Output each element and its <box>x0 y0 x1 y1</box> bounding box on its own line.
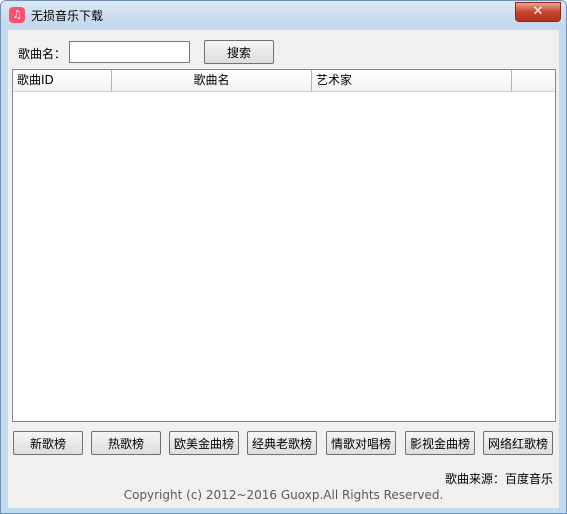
main-window: 无损音乐下载 ✕ 歌曲名： 搜索 歌曲ID 歌曲名 艺术家 新歌榜 热歌榜 欧美… <box>0 0 567 514</box>
internet-hits-chart-button[interactable]: 网络红歌榜 <box>483 431 553 455</box>
hot-songs-chart-button[interactable]: 热歌榜 <box>91 431 161 455</box>
close-button[interactable]: ✕ <box>515 2 561 22</box>
column-header-filler <box>512 70 555 91</box>
search-button[interactable]: 搜索 <box>204 40 274 64</box>
song-list[interactable]: 歌曲ID 歌曲名 艺术家 <box>12 69 556 422</box>
song-name-input[interactable] <box>69 41 190 63</box>
client-area: 歌曲名： 搜索 歌曲ID 歌曲名 艺术家 新歌榜 热歌榜 欧美金曲榜 经典老歌榜… <box>8 30 559 508</box>
column-header-song-name[interactable]: 歌曲名 <box>112 70 312 91</box>
classic-oldies-chart-button[interactable]: 经典老歌榜 <box>247 431 317 455</box>
column-header-artist[interactable]: 艺术家 <box>312 70 512 91</box>
column-header-song-id[interactable]: 歌曲ID <box>13 70 112 91</box>
song-name-label: 歌曲名： <box>18 47 67 61</box>
copyright-text: Copyright (c) 2012~2016 Guoxp.All Rights… <box>123 488 444 502</box>
list-header: 歌曲ID 歌曲名 艺术家 <box>13 70 555 92</box>
title-bar[interactable]: 无损音乐下载 ✕ <box>1 1 566 29</box>
western-hits-chart-button[interactable]: 欧美金曲榜 <box>169 431 239 455</box>
music-note-icon <box>9 7 25 23</box>
song-source-label: 歌曲来源：百度音乐 <box>444 472 553 486</box>
new-songs-chart-button[interactable]: 新歌榜 <box>13 431 83 455</box>
film-tv-hits-chart-button[interactable]: 影视金曲榜 <box>405 431 475 455</box>
love-duets-chart-button[interactable]: 情歌对唱榜 <box>326 431 396 455</box>
window-title: 无损音乐下载 <box>31 9 104 23</box>
